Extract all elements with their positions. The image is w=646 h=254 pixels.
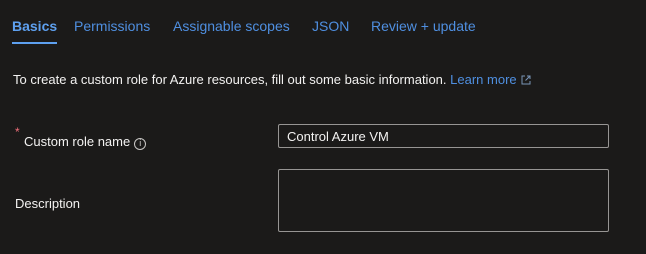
tab-permissions[interactable]: Permissions — [74, 17, 150, 35]
page: Basics Permissions Assignable scopes JSO… — [0, 0, 646, 254]
external-link-icon — [521, 75, 531, 85]
tab-basics[interactable]: Basics — [12, 17, 58, 44]
custom-role-name-label-text: Custom role name — [24, 134, 131, 149]
custom-role-name-input[interactable] — [278, 124, 609, 148]
tab-bar: Basics Permissions Assignable scopes JSO… — [0, 0, 646, 50]
intro-text: To create a custom role for Azure resour… — [13, 71, 531, 89]
custom-role-name-label: Custom role name i — [24, 133, 147, 151]
learn-more-label: Learn more — [450, 72, 517, 87]
info-icon[interactable]: i — [134, 138, 147, 150]
learn-more-link[interactable]: Learn more — [450, 72, 531, 87]
intro-description: To create a custom role for Azure resour… — [13, 72, 447, 87]
tab-assignable-scopes[interactable]: Assignable scopes — [173, 17, 290, 35]
description-textarea[interactable] — [278, 169, 609, 232]
tab-review-update[interactable]: Review + update — [371, 17, 476, 35]
tab-json[interactable]: JSON — [312, 17, 349, 35]
description-label: Description — [15, 196, 81, 211]
required-marker: * — [15, 125, 20, 139]
